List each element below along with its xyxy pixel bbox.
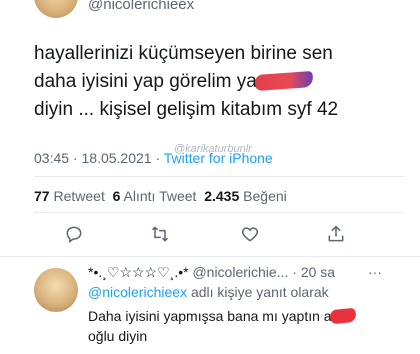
like-label: Beğeni — [243, 188, 287, 204]
reply-button[interactable] — [64, 224, 84, 244]
tweet-text: hayallerinizi küçümseyen birine sen daha… — [34, 40, 394, 124]
redaction-scribble — [254, 70, 314, 92]
share-icon — [328, 225, 344, 242]
retweet-button[interactable] — [150, 224, 170, 244]
like-count-link[interactable]: 2.435 Beğeni — [204, 188, 287, 204]
retweet-label: Retweet — [53, 188, 105, 204]
divider — [0, 256, 420, 257]
replying-to-handle[interactable]: @nicolerichieex — [88, 284, 187, 300]
quote-label: Alıntı Tweet — [123, 188, 197, 204]
action-bar — [34, 224, 374, 246]
like-count: 2.435 — [204, 188, 240, 204]
more-options-icon[interactable]: ··· — [368, 264, 382, 280]
tweet-meta: 03:45 · 18.05.2021 · Twitter for iPhone — [34, 150, 273, 166]
tweet-time: 03:45 — [34, 150, 70, 166]
reply-time: 20 sa — [300, 264, 336, 280]
tweet-author-handle[interactable]: @nicolerichieex — [88, 0, 194, 13]
tweet-stats: 77 Retweet 6 Alıntı Tweet 2.435 Beğeni — [34, 188, 287, 204]
tweet-text-line: diyin ... kişisel gelişim kitabım syf 42 — [34, 99, 339, 120]
tweet-text-line: daha iyisini yap görelim ya — [34, 68, 394, 96]
quote-count: 6 — [112, 188, 121, 204]
comment-icon — [66, 226, 82, 243]
avatar[interactable] — [34, 0, 78, 18]
reply-text: Daha iyisini yapmışsa bana mı yaptın a o… — [88, 306, 398, 346]
heart-icon — [241, 227, 259, 242]
divider — [34, 176, 404, 177]
reply-author-handle[interactable]: @nicolerichie... — [192, 264, 288, 280]
retweet-icon — [151, 226, 169, 242]
tweet-text-fragment: daha iyisini yap görelim ya — [34, 71, 257, 92]
share-button[interactable] — [326, 224, 346, 244]
reply-header: *•.¸♡☆☆☆♡¸.•* @nicolerichie... · 20 sa — [88, 264, 336, 280]
divider — [34, 212, 404, 213]
reply-text-line: Daha iyisini yapmışsa bana mı yaptın a — [88, 308, 332, 324]
retweet-count-link[interactable]: 77 Retweet — [34, 188, 105, 204]
reply-author-name[interactable]: *•.¸♡☆☆☆♡¸.•* — [88, 264, 189, 280]
quote-count-link[interactable]: 6 Alıntı Tweet — [113, 188, 197, 204]
tweet-text-line: hayallerinizi küçümseyen birine sen — [34, 43, 333, 64]
replying-to-suffix: adlı kişiye yanıt olarak — [190, 284, 329, 300]
reply-avatar[interactable] — [34, 268, 78, 312]
retweet-count: 77 — [34, 188, 50, 204]
tweet-source-link[interactable]: Twitter for iPhone — [164, 150, 273, 166]
reply-text-line: oğlu diyin — [88, 328, 148, 344]
tweet-date: 18.05.2021 — [81, 150, 152, 166]
like-button[interactable] — [240, 224, 260, 244]
replying-to: @nicolerichieex adlı kişiye yanıt olarak — [88, 284, 329, 300]
redaction-scribble — [328, 307, 357, 325]
